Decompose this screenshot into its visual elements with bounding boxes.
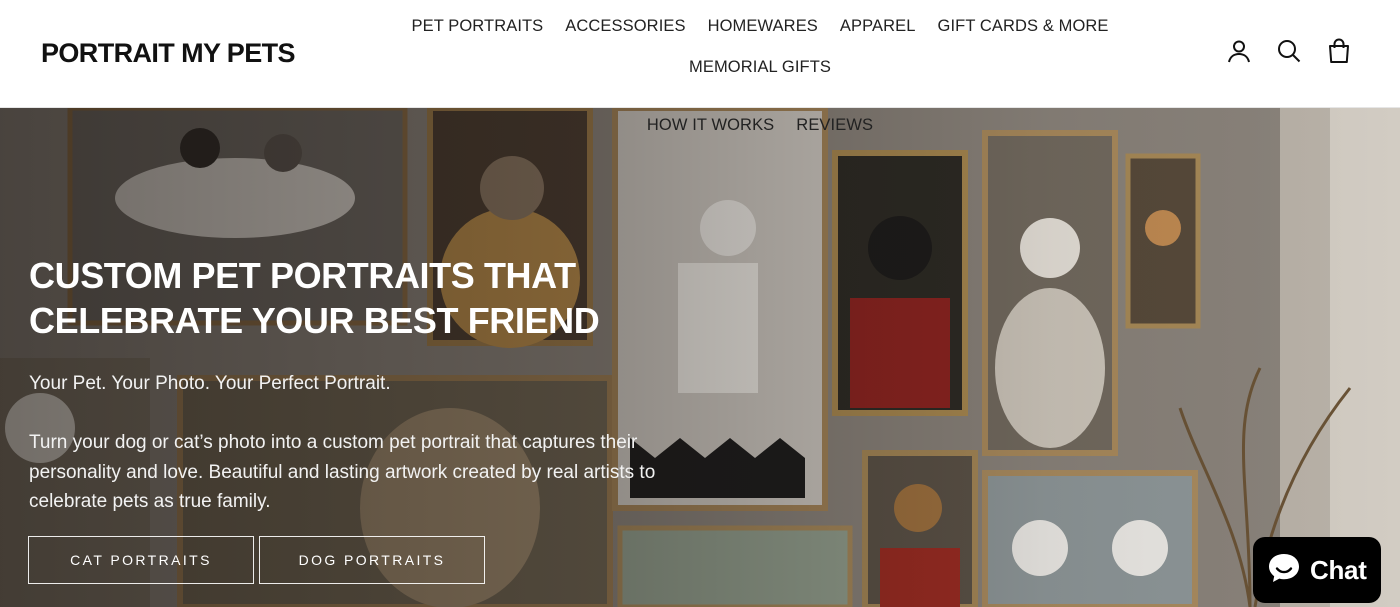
- nav-item-homewares[interactable]: HOMEWARES: [708, 14, 818, 38]
- chat-label: Chat: [1310, 554, 1367, 585]
- nav-item-memorial-gifts[interactable]: MEMORIAL GIFTS: [689, 55, 831, 79]
- hero-subtitle: Your Pet. Your Photo. Your Perfect Portr…: [29, 373, 391, 394]
- bag-icon[interactable]: [1326, 37, 1352, 65]
- brand-logo[interactable]: PORTRAIT MY PETS: [41, 38, 296, 69]
- chat-bubble-icon: [1266, 551, 1302, 590]
- search-icon[interactable]: [1276, 37, 1302, 65]
- nav-item-gift-cards[interactable]: GIFT CARDS & MORE: [938, 14, 1109, 38]
- hero-cta-group: CAT PORTRAITS DOG PORTRAITS: [28, 536, 485, 584]
- main-nav: PET PORTRAITS ACCESSORIES HOMEWARES APPA…: [340, 14, 1180, 137]
- hero-content: CUSTOM PET PORTRAITS THAT CELEBRATE YOUR…: [29, 253, 689, 517]
- nav-item-accessories[interactable]: ACCESSORIES: [565, 14, 685, 38]
- dog-portraits-button[interactable]: DOG PORTRAITS: [259, 536, 485, 584]
- hero-title: CUSTOM PET PORTRAITS THAT CELEBRATE YOUR…: [29, 253, 689, 343]
- nav-item-how-it-works[interactable]: HOW IT WORKS: [647, 113, 774, 137]
- header-actions: [1226, 37, 1352, 65]
- account-icon[interactable]: [1226, 37, 1252, 65]
- nav-item-reviews[interactable]: REVIEWS: [796, 113, 873, 137]
- hero-banner: CUSTOM PET PORTRAITS THAT CELEBRATE YOUR…: [0, 108, 1400, 607]
- nav-item-apparel[interactable]: APPAREL: [840, 14, 916, 38]
- site-header: PORTRAIT MY PETS PET PORTRAITS ACCESSORI…: [0, 0, 1400, 134]
- hero-description: Turn your dog or cat’s photo into a cust…: [29, 432, 656, 512]
- hero-title-line-1: CUSTOM PET PORTRAITS THAT: [29, 255, 576, 296]
- cat-portraits-button[interactable]: CAT PORTRAITS: [28, 536, 254, 584]
- chat-widget-button[interactable]: Chat: [1253, 537, 1381, 603]
- hero-title-line-2: CELEBRATE YOUR BEST FRIEND: [29, 300, 600, 341]
- nav-item-pet-portraits[interactable]: PET PORTRAITS: [411, 14, 543, 38]
